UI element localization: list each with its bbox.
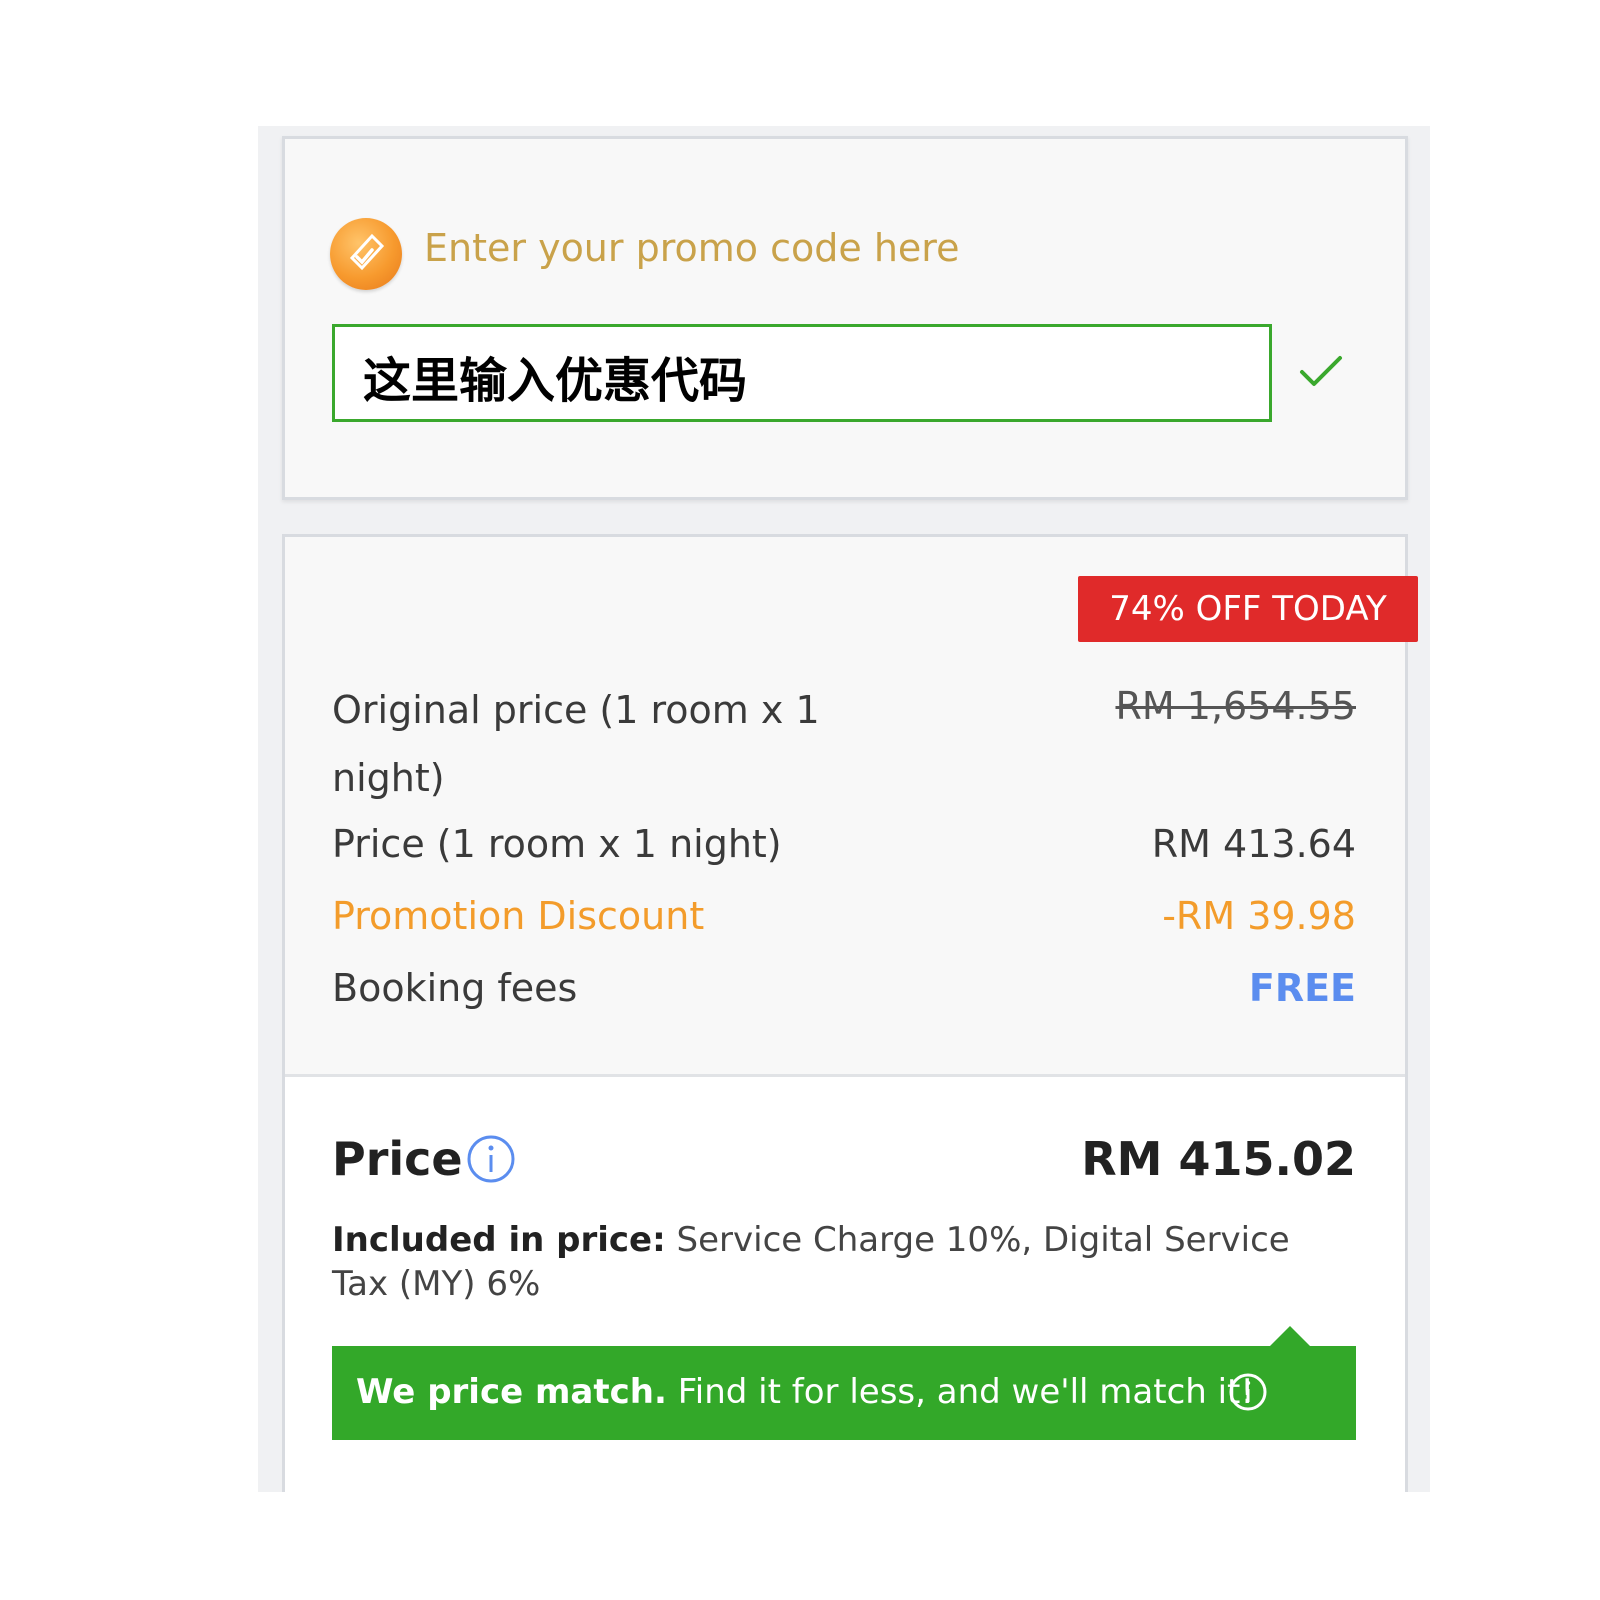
original-price-label: Original price (1 room x 1 night): [332, 688, 820, 800]
price-match-info-icon[interactable]: [1228, 1372, 1268, 1416]
total-price-label: Price: [332, 1132, 463, 1186]
included-in-price-text: Included in price: Service Charge 10%, D…: [332, 1218, 1322, 1306]
promo-code-input[interactable]: 这里输入优惠代码: [332, 324, 1272, 422]
price-match-notch: [1270, 1326, 1310, 1346]
room-price-label: Price (1 room x 1 night): [332, 822, 782, 866]
included-in-price-label: Included in price:: [332, 1220, 666, 1260]
promotion-discount-value: -RM 39.98: [1162, 894, 1356, 938]
page-bottom-whitespace: [0, 1492, 1600, 1600]
booking-fees-value: FREE: [1248, 966, 1356, 1010]
promo-tag-icon: [330, 218, 402, 290]
booking-fees-label: Booking fees: [332, 966, 578, 1010]
total-price-value: RM 415.02: [1081, 1132, 1356, 1186]
discount-badge: 74% OFF TODAY: [1078, 576, 1418, 642]
price-match-bold: We price match.: [356, 1372, 667, 1412]
original-price-value: RM 1,654.55: [1115, 684, 1357, 728]
promo-code-card: [282, 136, 1408, 500]
price-info-icon[interactable]: [466, 1134, 516, 1188]
price-match-text: We price match. Find it for less, and we…: [356, 1372, 1254, 1412]
price-match-message: Find it for less, and we'll match it!: [666, 1372, 1255, 1412]
room-price-value: RM 413.64: [1151, 822, 1356, 866]
promo-code-title: Enter your promo code here: [424, 226, 960, 270]
promotion-discount-label: Promotion Discount: [332, 894, 705, 938]
checkmark-icon[interactable]: [1298, 352, 1344, 396]
